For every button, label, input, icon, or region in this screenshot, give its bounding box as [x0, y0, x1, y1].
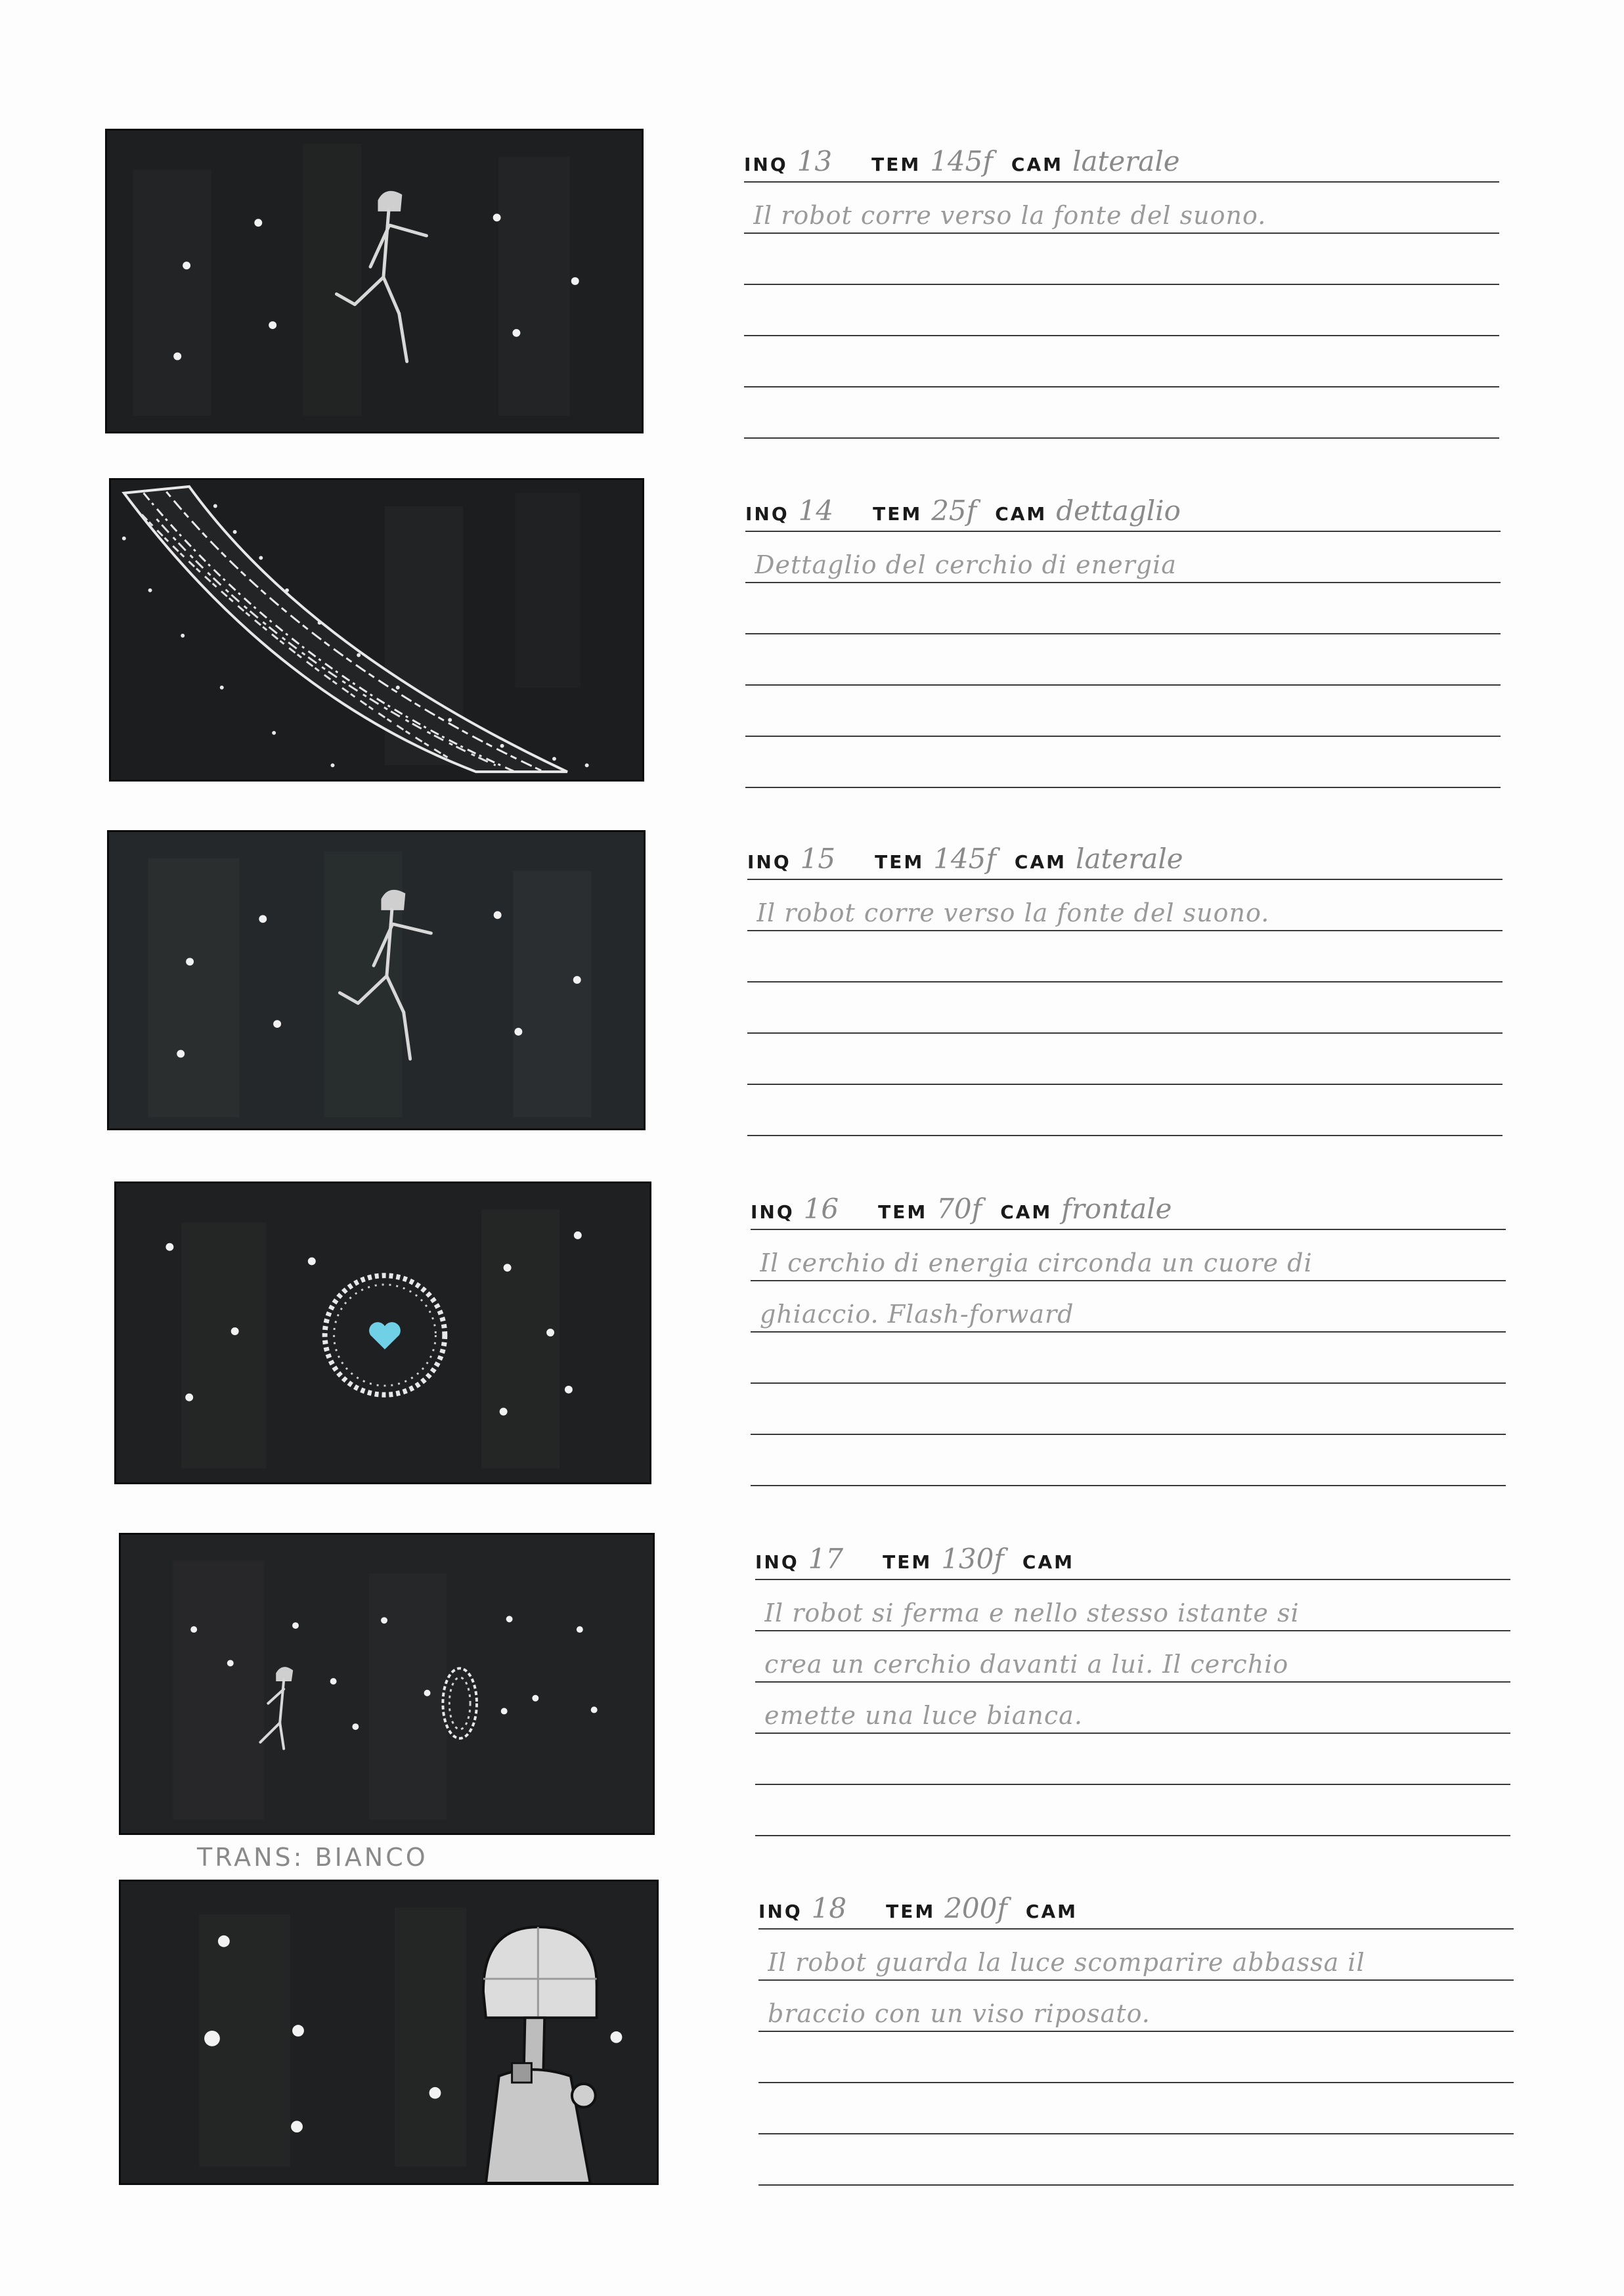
note-line[interactable]: Il cerchio di energia circonda un cuore … [751, 1230, 1506, 1281]
inq-value[interactable]: 15 [801, 843, 835, 875]
shot-header: INQ 15 TEM 145f CAM laterale [747, 829, 1503, 880]
note-line[interactable] [751, 1333, 1506, 1384]
note-line[interactable] [755, 1734, 1510, 1785]
storyboard-panel-15 [107, 830, 646, 1130]
note-line[interactable] [747, 931, 1503, 982]
inq-value[interactable]: 16 [804, 1193, 839, 1225]
inq-value[interactable]: 13 [797, 145, 832, 177]
tem-value[interactable]: 145f [930, 145, 993, 177]
tem-value[interactable]: 145f [933, 843, 996, 875]
cam-label: CAM [995, 503, 1047, 525]
note-line[interactable]: emette una luce bianca. [755, 1683, 1510, 1734]
tem-label: TEM [875, 851, 925, 873]
panel-18-drawing [121, 1882, 657, 2183]
inq-label: INQ [758, 1901, 802, 1922]
shot-header: INQ 18 TEM 200f CAM [758, 1878, 1514, 1930]
inq-label: INQ [747, 851, 791, 873]
cam-value[interactable]: laterale [1072, 145, 1180, 177]
panel-15-drawing [109, 832, 644, 1128]
note-text: emette una luce bianca. [764, 1701, 1083, 1730]
note-text: Il robot guarda la luce scomparire abbas… [768, 1948, 1365, 1977]
storyboard-panel-14 [109, 478, 644, 782]
storyboard-panel-18 [119, 1880, 659, 2185]
note-text: Dettaglio del cerchio di energia [755, 550, 1177, 579]
note-line[interactable] [745, 634, 1501, 686]
note-text: Il robot corre verso la fonte del suono. [757, 898, 1270, 927]
storyboard-panel-17 [119, 1533, 655, 1835]
note-line[interactable] [745, 737, 1501, 788]
note-line[interactable] [744, 285, 1499, 336]
tem-label: TEM [886, 1901, 936, 1922]
panel-13-drawing [107, 131, 642, 431]
cam-value[interactable]: laterale [1076, 843, 1183, 875]
note-line[interactable] [744, 234, 1499, 285]
transition-note: TRANS: BIANCO [197, 1843, 428, 1872]
shot-header: INQ 14 TEM 25f CAM dettaglio [745, 481, 1501, 532]
note-text: Il robot si ferma e nello stesso istante… [764, 1599, 1300, 1627]
note-text: Il cerchio di energia circonda un cuore … [760, 1248, 1313, 1277]
note-text: braccio con un viso riposato. [768, 1999, 1151, 2028]
inq-value[interactable]: 18 [812, 1892, 846, 1924]
tem-value[interactable]: 130f [941, 1543, 1004, 1575]
cam-label: CAM [1011, 154, 1064, 175]
note-line[interactable] [755, 1785, 1510, 1836]
tem-value[interactable]: 25f [931, 495, 977, 527]
cam-label: CAM [1022, 1551, 1075, 1573]
tem-label: TEM [878, 1201, 928, 1223]
cam-value[interactable]: dettaglio [1056, 495, 1181, 527]
note-line[interactable] [745, 686, 1501, 737]
note-line[interactable] [747, 1085, 1503, 1136]
note-line[interactable]: braccio con un viso riposato. [758, 1981, 1514, 2032]
note-line[interactable] [758, 2083, 1514, 2134]
note-line[interactable] [751, 1435, 1506, 1486]
tem-label: TEM [873, 503, 923, 525]
cam-label: CAM [1014, 851, 1067, 873]
note-text: Il robot corre verso la fonte del suono. [753, 201, 1267, 230]
note-line[interactable]: crea un cerchio davanti a lui. Il cerchi… [755, 1631, 1510, 1683]
note-line[interactable] [747, 982, 1503, 1034]
inq-value[interactable]: 14 [799, 495, 833, 527]
panel-16-drawing [116, 1183, 649, 1482]
shot-header: INQ 17 TEM 130f CAM [755, 1529, 1510, 1580]
inq-label: INQ [744, 154, 788, 175]
note-line[interactable]: Dettaglio del cerchio di energia [745, 532, 1501, 583]
note-line[interactable]: Il robot si ferma e nello stesso istante… [755, 1580, 1510, 1631]
cam-label: CAM [1000, 1201, 1053, 1223]
panel-14-drawing [111, 480, 642, 780]
inq-label: INQ [755, 1551, 799, 1573]
storyboard-panel-16 [114, 1181, 651, 1484]
cam-value[interactable]: frontale [1061, 1193, 1172, 1225]
tem-label: TEM [871, 154, 921, 175]
shot-header: INQ 13 TEM 145f CAM laterale [744, 131, 1499, 183]
note-text: ghiaccio. Flash-forward [760, 1300, 1074, 1329]
note-line[interactable]: Il robot guarda la luce scomparire abbas… [758, 1930, 1514, 1981]
note-line[interactable] [744, 336, 1499, 387]
note-line[interactable] [744, 387, 1499, 439]
note-line[interactable] [758, 2134, 1514, 2186]
inq-label: INQ [751, 1201, 795, 1223]
note-line[interactable] [758, 2032, 1514, 2083]
panel-17-drawing [121, 1535, 653, 1833]
tem-value[interactable]: 200f [944, 1892, 1007, 1924]
note-line[interactable]: Il robot corre verso la fonte del suono. [747, 880, 1503, 931]
inq-value[interactable]: 17 [808, 1543, 843, 1575]
note-line[interactable]: Il robot corre verso la fonte del suono. [744, 183, 1499, 234]
note-line[interactable] [747, 1034, 1503, 1085]
note-text: crea un cerchio davanti a lui. Il cerchi… [764, 1650, 1289, 1679]
tem-label: TEM [883, 1551, 933, 1573]
tem-value[interactable]: 70f [936, 1193, 982, 1225]
note-line[interactable] [745, 583, 1501, 634]
inq-label: INQ [745, 503, 789, 525]
shot-header: INQ 16 TEM 70f CAM frontale [751, 1179, 1506, 1230]
storyboard-panel-13 [105, 129, 644, 433]
note-line[interactable] [751, 1384, 1506, 1435]
cam-label: CAM [1025, 1901, 1078, 1922]
note-line[interactable]: ghiaccio. Flash-forward [751, 1281, 1506, 1333]
